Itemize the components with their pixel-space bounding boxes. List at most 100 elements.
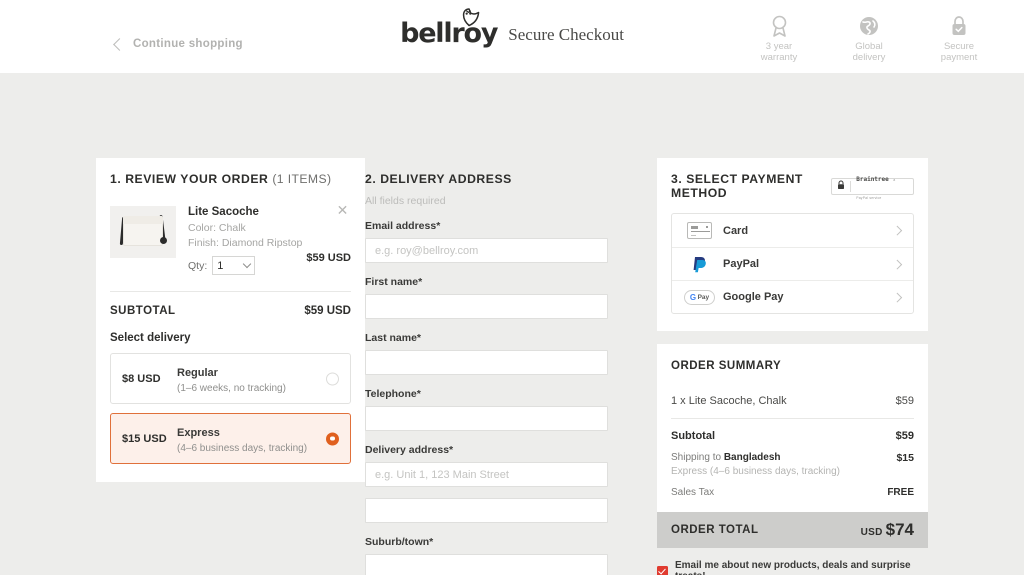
delivery-address-column: 2. DELIVERY ADDRESS All fields required … xyxy=(365,158,657,575)
summary-tax-label: Sales Tax xyxy=(671,487,715,498)
select-delivery-label: Select delivery xyxy=(110,332,191,344)
payment-method-card-option[interactable]: Card xyxy=(672,214,913,247)
delivery-regular-radio[interactable] xyxy=(326,372,339,385)
google-pay-icon: G Pay xyxy=(683,289,716,305)
product-finish: Finish: Diamond Ripstop xyxy=(188,237,303,249)
quantity-select[interactable]: 1 xyxy=(212,256,256,275)
payment-method-list: Card PayPal G Pay Google Pay xyxy=(671,213,914,314)
summary-line-item: 1 x Lite Sacoche, Chalk $59 xyxy=(671,395,914,407)
lock-icon xyxy=(837,177,845,195)
email-optin-label: Email me about new products, deals and s… xyxy=(675,560,911,575)
payment-paypal-label: PayPal xyxy=(723,258,760,270)
all-fields-required-note: All fields required xyxy=(365,195,446,207)
delivery-express-radio[interactable] xyxy=(326,432,339,445)
summary-shipping-row: Shipping to Bangladesh $15 xyxy=(671,452,914,464)
trust-badge-payment: Secure payment xyxy=(927,13,991,63)
trust-badges: 3 year warranty Global delivery Secure p… xyxy=(747,13,991,63)
telephone-label: Telephone* xyxy=(365,388,421,400)
product-name: Lite Sacoche xyxy=(188,206,259,218)
trust-badge-warranty: 3 year warranty xyxy=(747,13,811,63)
summary-shipping-label: Shipping to Bangladesh xyxy=(671,452,781,463)
product-color: Color: Chalk xyxy=(188,221,246,234)
delivery-regular-price: $8 USD xyxy=(122,372,161,385)
braintree-badge: Braintree a PayPal service xyxy=(831,176,914,200)
summary-shipping-value: $15 xyxy=(896,452,914,464)
payment-method-header: 3. SELECT PAYMENT METHOD Braintree a Pay… xyxy=(671,172,914,200)
payment-method-title: 3. SELECT PAYMENT METHOD xyxy=(671,172,803,200)
delivery-express-price: $15 USD xyxy=(122,432,167,445)
suburb-town-label: Suburb/town* xyxy=(365,536,434,548)
summary-subtotal-row: Subtotal $59 xyxy=(671,418,914,442)
chevron-right-icon xyxy=(892,259,902,269)
trust-badge-payment-line1: Secure xyxy=(943,41,975,52)
payment-method-paypal-option[interactable]: PayPal xyxy=(672,247,913,280)
badge-divider xyxy=(850,180,852,192)
order-total-label: ORDER TOTAL xyxy=(671,524,759,536)
review-order-column: 1. REVIEW YOUR ORDER (1 ITEMS) Lite Saco… xyxy=(96,158,365,482)
address-line-2-field[interactable] xyxy=(365,498,608,523)
quantity-value: 1 xyxy=(217,259,224,272)
credit-card-icon xyxy=(683,222,716,239)
brand-block: bellroy Secure Checkout xyxy=(400,8,624,49)
chevron-down-icon xyxy=(243,259,252,269)
owl-icon xyxy=(456,6,482,37)
address-line-1-field[interactable] xyxy=(365,462,608,487)
bag-zip-pull xyxy=(160,237,167,244)
summary-shipping-country: Bangladesh xyxy=(723,452,781,463)
delivery-address-label: Delivery address* xyxy=(365,444,454,456)
delivery-option-express[interactable]: $15 USD Express (4–6 business days, trac… xyxy=(110,413,351,464)
order-summary-body: ORDER SUMMARY 1 x Lite Sacoche, Chalk $5… xyxy=(657,344,928,512)
trust-badge-warranty-line2: warranty xyxy=(760,52,798,63)
remove-item-button[interactable]: ✕ xyxy=(336,203,349,217)
summary-line-item-value: $59 xyxy=(895,395,914,407)
trust-badge-payment-line2: payment xyxy=(940,52,978,63)
summary-line-item-label: 1 x Lite Sacoche, Chalk xyxy=(671,395,787,407)
first-name-label: First name* xyxy=(365,276,423,288)
email-field[interactable] xyxy=(365,238,608,263)
continue-shopping-label: Continue shopping xyxy=(133,38,243,50)
bag-flap xyxy=(123,216,163,224)
email-optin-row[interactable]: Email me about new products, deals and s… xyxy=(657,560,928,575)
trust-badge-delivery-line2: delivery xyxy=(852,52,886,63)
email-optin-checkbox[interactable] xyxy=(657,565,668,575)
delivery-regular-name: Regular xyxy=(177,367,218,379)
brand-wordmark: bellroy xyxy=(400,18,498,49)
quantity-label: Qty: xyxy=(188,259,208,272)
review-order-title: 1. REVIEW YOUR ORDER xyxy=(110,172,269,186)
product-row: Lite Sacoche Color: Chalk Finish: Diamon… xyxy=(110,203,351,275)
payment-googlepay-label: Google Pay xyxy=(723,291,784,303)
delivery-option-regular[interactable]: $8 USD Regular (1–6 weeks, no tracking) xyxy=(110,353,351,404)
subtotal-label: SUBTOTAL xyxy=(110,305,176,317)
braintree-wordmark: Braintree a PayPal service xyxy=(856,176,896,200)
continue-shopping-link[interactable]: Continue shopping xyxy=(113,37,243,51)
subtotal-row: SUBTOTAL $59 USD xyxy=(110,291,351,317)
summary-tax-row: Sales Tax FREE xyxy=(671,487,914,498)
order-total-value: USD $74 xyxy=(861,520,914,540)
summary-subtotal-label: Subtotal xyxy=(671,430,715,442)
last-name-field[interactable] xyxy=(365,350,608,375)
lock-icon xyxy=(927,13,991,38)
award-ribbon-icon xyxy=(747,13,811,38)
summary-shipping-prefix: Shipping to xyxy=(671,452,724,463)
product-thumbnail xyxy=(110,206,176,258)
delivery-express-desc: (4–6 business days, tracking) xyxy=(177,443,308,454)
summary-shipping-sub: Express (4–6 business days, tracking) xyxy=(671,466,840,477)
checkout-body: 1. REVIEW YOUR ORDER (1 ITEMS) Lite Saco… xyxy=(0,73,1024,575)
review-order-heading: 1. REVIEW YOUR ORDER (1 ITEMS) xyxy=(110,172,351,186)
first-name-field[interactable] xyxy=(365,294,608,319)
trust-badge-warranty-line1: 3 year xyxy=(765,41,793,52)
page-title: Secure Checkout xyxy=(508,25,624,44)
suburb-town-field[interactable] xyxy=(365,554,608,575)
paypal-icon xyxy=(683,256,716,273)
payment-card-label: Card xyxy=(723,224,749,237)
delivery-express-name: Express xyxy=(177,427,220,439)
telephone-field[interactable] xyxy=(365,406,608,431)
summary-subtotal-value: $59 xyxy=(895,430,914,442)
delivery-address-title: 2. DELIVERY ADDRESS xyxy=(365,172,512,186)
chevron-left-icon xyxy=(113,37,126,51)
product-info: Lite Sacoche Color: Chalk Finish: Diamon… xyxy=(188,206,351,275)
payment-method-googlepay-option[interactable]: G Pay Google Pay xyxy=(672,280,913,313)
subtotal-value: $59 USD xyxy=(304,305,351,317)
email-label: Email address* xyxy=(365,220,441,232)
order-summary-card: ORDER SUMMARY 1 x Lite Sacoche, Chalk $5… xyxy=(657,344,928,548)
